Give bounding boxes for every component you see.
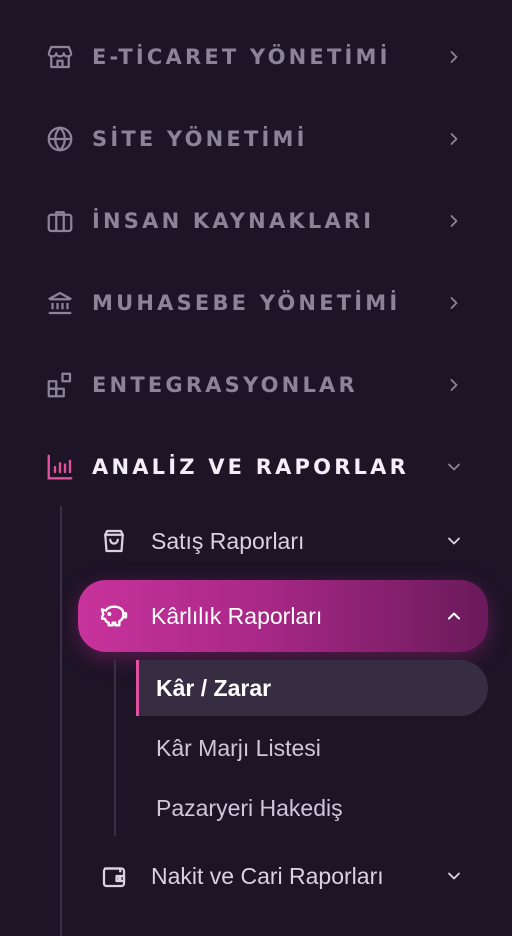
menu-item-label: MUHASEBE YÖNETİMİ bbox=[92, 291, 401, 315]
chevron-right-icon bbox=[442, 373, 466, 397]
leaf-item-label: Kâr / Zarar bbox=[156, 674, 272, 701]
bar-chart-icon bbox=[44, 451, 76, 483]
globe-icon bbox=[44, 123, 76, 155]
submenu-item-satis-raporlari[interactable]: Satış Raporları bbox=[78, 507, 488, 575]
chevron-down-icon bbox=[442, 529, 466, 553]
menu-item-entegrasyonlar[interactable]: ENTEGRASYONLAR bbox=[0, 355, 512, 415]
leaf-item-pazaryeri-hakedis[interactable]: Pazaryeri Hakediş bbox=[136, 780, 488, 836]
chevron-down-icon bbox=[442, 864, 466, 888]
leaf-item-label: Kâr Marjı Listesi bbox=[156, 734, 321, 761]
chevron-right-icon bbox=[442, 127, 466, 151]
leaf-item-kar-marji-listesi[interactable]: Kâr Marjı Listesi bbox=[136, 720, 488, 776]
submenu-item-label: Nakit ve Cari Raporları bbox=[151, 862, 384, 889]
submenu-item-label: Satış Raporları bbox=[151, 527, 305, 554]
blocks-icon bbox=[44, 369, 76, 401]
menu-item-muhasebe[interactable]: MUHASEBE YÖNETİMİ bbox=[0, 273, 512, 333]
menu-item-label: E-TİCARET YÖNETİMİ bbox=[92, 45, 391, 69]
submenu-item-label: Kârlılık Raporları bbox=[151, 602, 323, 629]
menu-item-site[interactable]: SİTE YÖNETİMİ bbox=[0, 109, 512, 169]
chevron-down-icon bbox=[442, 455, 466, 479]
chevron-right-icon bbox=[442, 209, 466, 233]
menu-item-insan-kaynaklari[interactable]: İNSAN KAYNAKLARI bbox=[0, 191, 512, 251]
menu-item-label: ANALİZ VE RAPORLAR bbox=[92, 455, 409, 479]
menu-item-analiz-raporlar[interactable]: ANALİZ VE RAPORLAR bbox=[0, 437, 512, 497]
menu-item-e-ticaret[interactable]: E-TİCARET YÖNETİMİ bbox=[0, 27, 512, 87]
leaf-item-kar-zarar[interactable]: Kâr / Zarar bbox=[136, 660, 488, 716]
briefcase-icon bbox=[44, 205, 76, 237]
leaf-item-label: Pazaryeri Hakediş bbox=[156, 794, 343, 821]
menu-item-label: ENTEGRASYONLAR bbox=[92, 373, 358, 397]
submenu-item-nakit-cari[interactable]: Nakit ve Cari Raporları bbox=[78, 842, 488, 910]
leaf-guide-line bbox=[114, 660, 116, 836]
shopping-bag-icon bbox=[98, 525, 130, 557]
wallet-icon bbox=[98, 860, 130, 892]
chevron-up-icon bbox=[442, 604, 466, 628]
piggy-bank-icon bbox=[98, 600, 130, 632]
store-icon bbox=[44, 41, 76, 73]
menu-item-label: SİTE YÖNETİMİ bbox=[92, 127, 308, 151]
bank-icon bbox=[44, 287, 76, 319]
submenu-item-karlilik-raporlari[interactable]: Kârlılık Raporları bbox=[78, 580, 488, 652]
chevron-right-icon bbox=[442, 291, 466, 315]
menu-item-label: İNSAN KAYNAKLARI bbox=[92, 209, 375, 233]
chevron-right-icon bbox=[442, 45, 466, 69]
submenu-guide-line bbox=[60, 506, 62, 936]
